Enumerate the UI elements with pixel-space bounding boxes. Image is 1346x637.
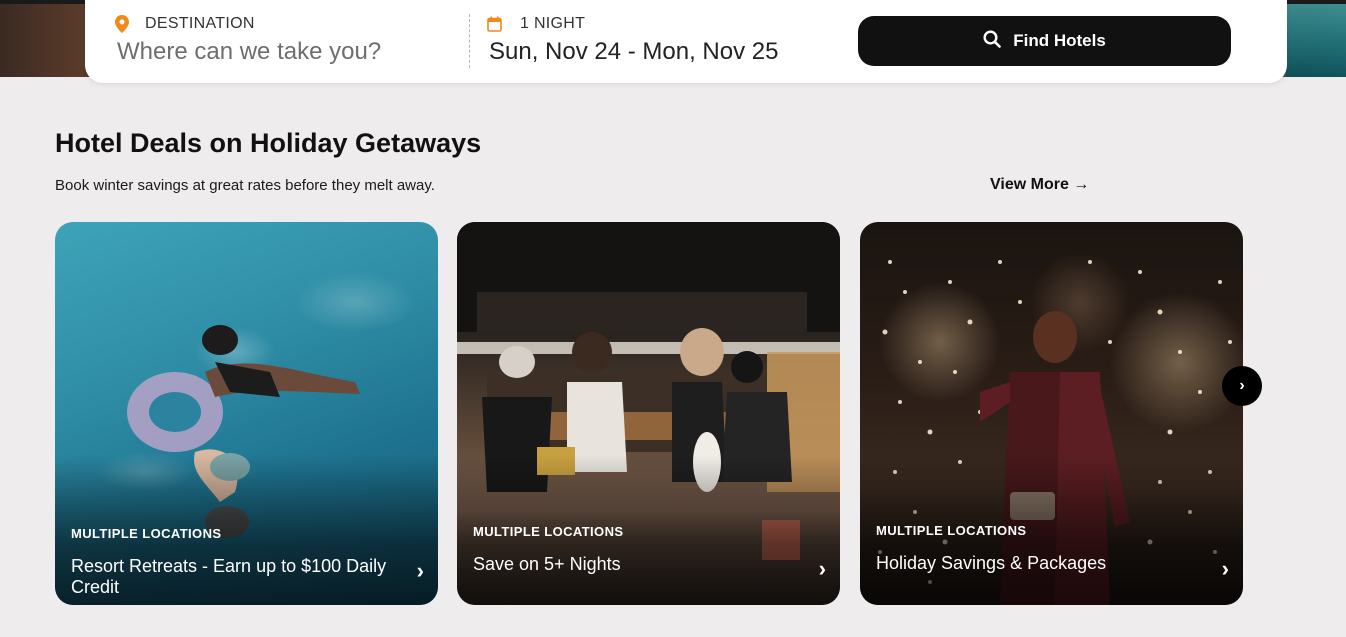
chevron-right-icon: › (416, 558, 424, 583)
card-title: Resort Retreats - Earn up to $100 Daily … (71, 556, 387, 597)
hero-image-edge (1286, 4, 1346, 77)
card-location: MULTIPLE LOCATIONS (876, 523, 1027, 538)
section-subtitle: Book winter savings at great rates befor… (55, 177, 435, 194)
carousel-next-button[interactable]: › (1222, 366, 1262, 406)
destination-input[interactable] (117, 36, 447, 68)
search-icon (983, 29, 1002, 53)
view-more-link[interactable]: View More → (990, 176, 1089, 194)
location-pin-icon (115, 15, 129, 33)
chevron-right-icon: › (818, 556, 826, 581)
date-range-field[interactable]: Sun, Nov 24 - Mon, Nov 25 (489, 38, 778, 66)
card-location: MULTIPLE LOCATIONS (473, 524, 624, 539)
hotel-search-bar: DESTINATION 1 NIGHT Sun, Nov 24 - Mon, N… (85, 0, 1287, 83)
search-divider (469, 14, 470, 68)
card-title: Holiday Savings & Packages (876, 553, 1107, 573)
destination-label: DESTINATION (115, 15, 255, 33)
find-hotels-label: Find Hotels (1013, 31, 1106, 50)
nights-label-text: 1 NIGHT (520, 15, 586, 32)
nights-label: 1 NIGHT (487, 15, 585, 33)
calendar-icon (487, 16, 502, 32)
find-hotels-button[interactable]: Find Hotels (858, 16, 1231, 66)
section-title: Hotel Deals on Holiday Getaways (55, 128, 482, 158)
chevron-right-icon: › (1221, 556, 1229, 581)
destination-label-text: DESTINATION (145, 15, 255, 32)
deal-card-resort-retreats[interactable]: MULTIPLE LOCATIONS Resort Retreats - Ear… (55, 222, 438, 605)
card-title: Save on 5+ Nights (473, 554, 621, 574)
deal-card-holiday-savings[interactable]: MULTIPLE LOCATIONS Holiday Savings & Pac… (860, 222, 1243, 605)
deal-card-save-5-nights[interactable]: MULTIPLE LOCATIONS Save on 5+ Nights › (457, 222, 840, 605)
card-location: MULTIPLE LOCATIONS (71, 526, 222, 541)
